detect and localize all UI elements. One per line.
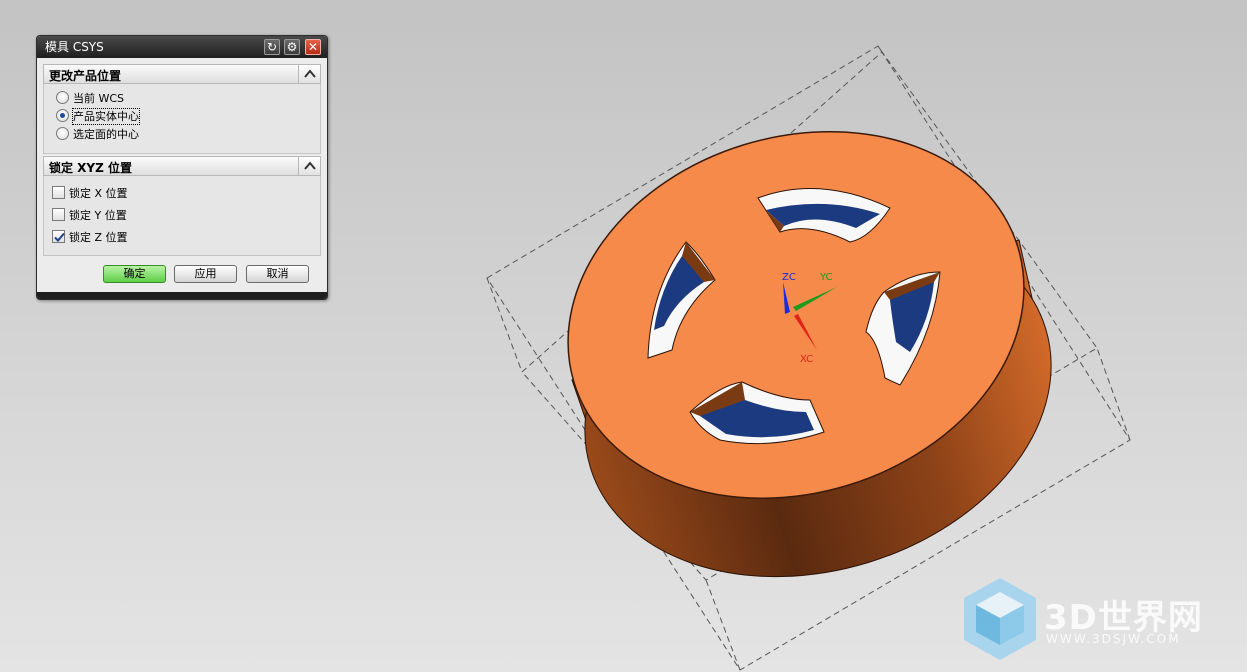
radio-button[interactable] <box>56 91 69 104</box>
checkbox[interactable] <box>52 208 65 221</box>
section-body-product-position: 当前 WCS 产品实体中心 选定面的中心 <box>43 84 321 154</box>
radio-button[interactable] <box>56 109 69 122</box>
section-header-lock-xyz[interactable]: 锁定 XYZ 位置 <box>43 156 321 176</box>
apply-button[interactable]: 应用 <box>174 265 237 283</box>
checkbox-label: 锁定 X 位置 <box>69 187 128 200</box>
zc-axis-label: ZC <box>782 272 796 283</box>
collapse-icon[interactable] <box>298 65 320 83</box>
yc-axis-label: YC <box>819 272 833 283</box>
radio-button[interactable] <box>56 127 69 140</box>
cancel-button[interactable]: 取消 <box>246 265 309 283</box>
ok-button[interactable]: 确定 <box>103 265 166 283</box>
section-header-product-position[interactable]: 更改产品位置 <box>43 64 321 84</box>
checkbox[interactable] <box>52 186 65 199</box>
gear-icon[interactable]: ⚙ <box>284 39 300 55</box>
xc-axis-label: XC <box>800 354 813 365</box>
watermark-logo <box>964 578 1036 660</box>
checkmark-icon <box>54 232 65 242</box>
dialog-titlebar[interactable]: 模具 CSYS ↻ ⚙ ✕ <box>37 36 327 58</box>
dialog-title: 模具 CSYS <box>45 40 104 54</box>
close-icon[interactable]: ✕ <box>305 39 321 55</box>
checkbox-label: 锁定 Y 位置 <box>69 209 127 222</box>
dialog-footer-bar <box>37 292 327 299</box>
radio-label: 选定面的中心 <box>73 128 139 141</box>
checkbox[interactable] <box>52 230 65 243</box>
radio-label: 当前 WCS <box>73 92 125 105</box>
collapse-icon[interactable] <box>298 157 320 175</box>
checkbox-label: 锁定 Z 位置 <box>69 231 128 244</box>
section-title: 锁定 XYZ 位置 <box>49 161 132 175</box>
watermark-url: WWW.3DSJW.COM <box>1046 632 1181 646</box>
radio-label: 产品实体中心 <box>72 108 140 125</box>
section-title: 更改产品位置 <box>49 69 122 83</box>
mold-csys-dialog[interactable]: 模具 CSYS ↻ ⚙ ✕ 更改产品位置 当前 WCS 产品实体中心 选定面的中… <box>36 35 328 300</box>
section-body-lock-xyz: 锁定 X 位置 锁定 Y 位置 锁定 Z 位置 <box>43 176 321 256</box>
reset-icon[interactable]: ↻ <box>264 39 280 55</box>
